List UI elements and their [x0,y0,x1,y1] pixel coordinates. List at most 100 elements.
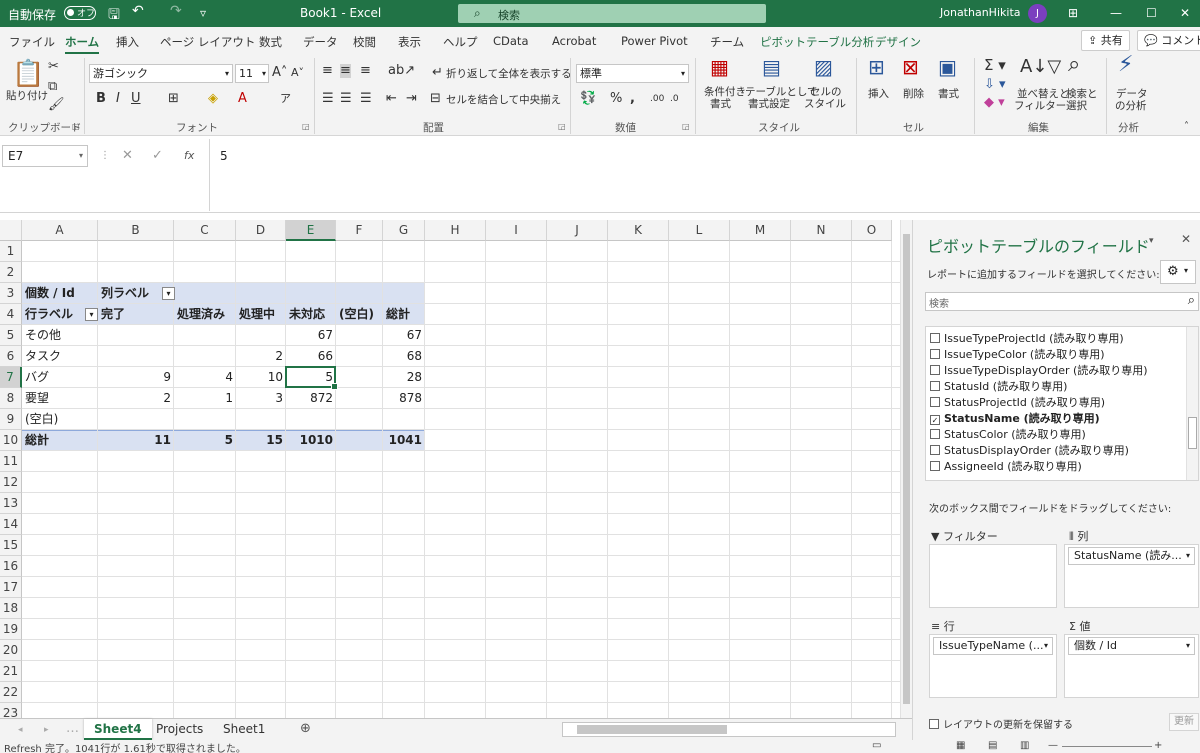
column-header-a[interactable]: A [22,220,98,241]
tab-data[interactable]: データ [303,34,338,50]
pivot-value-cell[interactable] [98,409,174,430]
ribbon-display-icon[interactable]: ⊞ [1068,6,1078,20]
pivot-column-header[interactable]: 処理済み [174,304,236,325]
row-header-5[interactable]: 5 [0,325,22,346]
column-header-d[interactable]: D [236,220,286,241]
tab-power-pivot[interactable]: Power Pivot [621,34,688,48]
tab-acrobat[interactable]: Acrobat [552,34,596,48]
cut-icon[interactable]: ✂ [48,60,59,74]
row-header-4[interactable]: 4 [0,304,22,325]
find-select-icon[interactable]: ⌕ [1068,54,1080,76]
tab-help[interactable]: ヘルプ [443,34,478,50]
pivot-grand-total-label[interactable]: 総計 [22,430,98,451]
pivot-column-header[interactable]: 処理中 [236,304,286,325]
italic-icon[interactable]: I [116,92,120,106]
pane-options-icon[interactable]: ▾ [1149,234,1154,248]
wrap-text-button[interactable]: 折り返して全体を表示する [446,68,572,80]
row-header-20[interactable]: 20 [0,640,22,661]
alignment-launcher-icon[interactable]: ◲ [558,122,566,131]
pivot-value-cell[interactable] [236,409,286,430]
select-all-corner[interactable] [0,220,22,241]
increase-indent-icon[interactable]: ⇥ [406,92,417,106]
pivot-value-cell[interactable]: 67 [383,325,425,346]
row-header-1[interactable]: 1 [0,241,22,262]
orientation-icon[interactable]: ab↗ [388,64,415,78]
field-list-scrollbar[interactable] [1186,327,1198,480]
comma-icon[interactable]: , [630,92,635,106]
name-box[interactable]: E7 ▾ [2,145,88,167]
row-filter-dropdown-icon[interactable]: ▾ [85,308,98,321]
row-header-19[interactable]: 19 [0,619,22,640]
enter-icon[interactable]: ✓ [152,149,163,163]
field-checkbox[interactable]: StatusColor (読み取り専用) [930,427,1086,443]
pivot-row-label-cell[interactable]: タスク [22,346,98,367]
column-header-m[interactable]: M [730,220,791,241]
pivot-value-cell[interactable] [98,325,174,346]
column-header-g[interactable]: G [383,220,425,241]
column-header-f[interactable]: F [336,220,383,241]
pivot-value-cell[interactable] [336,325,383,346]
align-left-icon[interactable]: ☰ [322,92,334,106]
column-header-j[interactable]: J [547,220,608,241]
tools-button[interactable]: ⚙ ▾ [1160,260,1196,284]
field-checkbox[interactable]: ✓ StatusName (読み取り専用) [930,411,1100,427]
tab-formulas[interactable]: 数式 [259,34,282,50]
defer-update-checkbox[interactable]: レイアウトの更新を保留する [929,716,1073,731]
pivot-column-header[interactable]: 完了 [98,304,174,325]
page-break-view-icon[interactable]: ▥ [1020,740,1029,751]
column-header-n[interactable]: N [791,220,852,241]
format-as-table-icon[interactable]: ▤ [762,57,781,77]
values-area[interactable]: 個数 / Id ▾ [1064,634,1199,698]
cell-styles-icon[interactable]: ▨ [814,57,833,77]
font-size-select[interactable]: 11 ▾ [235,64,269,83]
pivot-row-label-cell[interactable]: その他 [22,325,98,346]
tab-view[interactable]: 表示 [398,34,421,50]
pivot-value-cell[interactable] [174,409,236,430]
fill-icon[interactable]: ⇩ ▾ [984,78,1006,92]
number-launcher-icon[interactable]: ◲ [682,122,690,131]
autosave-toggle[interactable]: オフ [64,6,96,20]
row-header-15[interactable]: 15 [0,535,22,556]
find-select-button[interactable]: 検索と [1066,88,1098,100]
redo-icon[interactable]: ↷ [170,3,182,19]
formula-input[interactable]: 5 [209,139,1200,211]
wrap-text-icon[interactable]: ↵ [432,66,443,80]
share-button[interactable]: ⇪ 共有 [1081,30,1130,51]
update-button[interactable]: 更新 [1169,713,1199,731]
column-filter-dropdown-icon[interactable]: ▾ [162,287,175,300]
conditional-format-icon[interactable]: ▦ [710,57,729,77]
cancel-icon[interactable]: ✕ [122,149,133,163]
row-header-18[interactable]: 18 [0,598,22,619]
column-header-e[interactable]: E [286,220,336,241]
clipboard-launcher-icon[interactable]: ◲ [72,122,80,131]
align-center-icon[interactable]: ☰ [340,92,352,106]
sort-filter-button[interactable]: 並べ替えと [1017,88,1070,100]
clear-icon[interactable]: ◆ ▾ [984,96,1005,110]
row-header-8[interactable]: 8 [0,388,22,409]
values-field-chip[interactable]: 個数 / Id ▾ [1068,637,1195,655]
pivot-value-cell[interactable]: 2 [236,346,286,367]
row-header-16[interactable]: 16 [0,556,22,577]
percent-icon[interactable]: % [610,92,622,106]
increase-decimal-icon[interactable]: .00 [650,92,664,106]
cell-styles-button[interactable]: セルの [810,86,842,98]
align-right-icon[interactable]: ☰ [360,92,372,106]
maximize-icon[interactable]: ☐ [1146,6,1157,20]
row-header-10[interactable]: 10 [0,430,22,451]
collapse-ribbon-icon[interactable]: ˄ [1184,120,1189,134]
tab-pivot-analyze[interactable]: ピボットテーブル分析 [760,34,874,50]
align-middle-icon[interactable]: ≡ [340,64,351,78]
zoom-slider[interactable] [1062,746,1152,747]
spreadsheet-grid[interactable]: A B C D E F G H I J K L M N O 1 2 3 4 5 6 7 8 9 10 11 12 13 14 15 16 17… [0,220,900,718]
columns-area[interactable]: StatusName (読み... ▾ [1064,544,1199,608]
tab-cdata[interactable]: CData [493,34,529,48]
tab-team[interactable]: チーム [710,34,744,50]
row-header-9[interactable]: 9 [0,409,22,430]
pivot-count-label[interactable]: 個数 / Id [22,283,102,304]
font-name-select[interactable]: 游ゴシック ▾ [89,64,233,83]
tab-insert[interactable]: 挿入 [116,34,139,50]
column-header-c[interactable]: C [174,220,236,241]
insert-cells-button[interactable]: 挿入 [868,88,889,100]
pivot-value-cell[interactable] [336,409,383,430]
pivot-value-cell[interactable]: 66 [286,346,336,367]
